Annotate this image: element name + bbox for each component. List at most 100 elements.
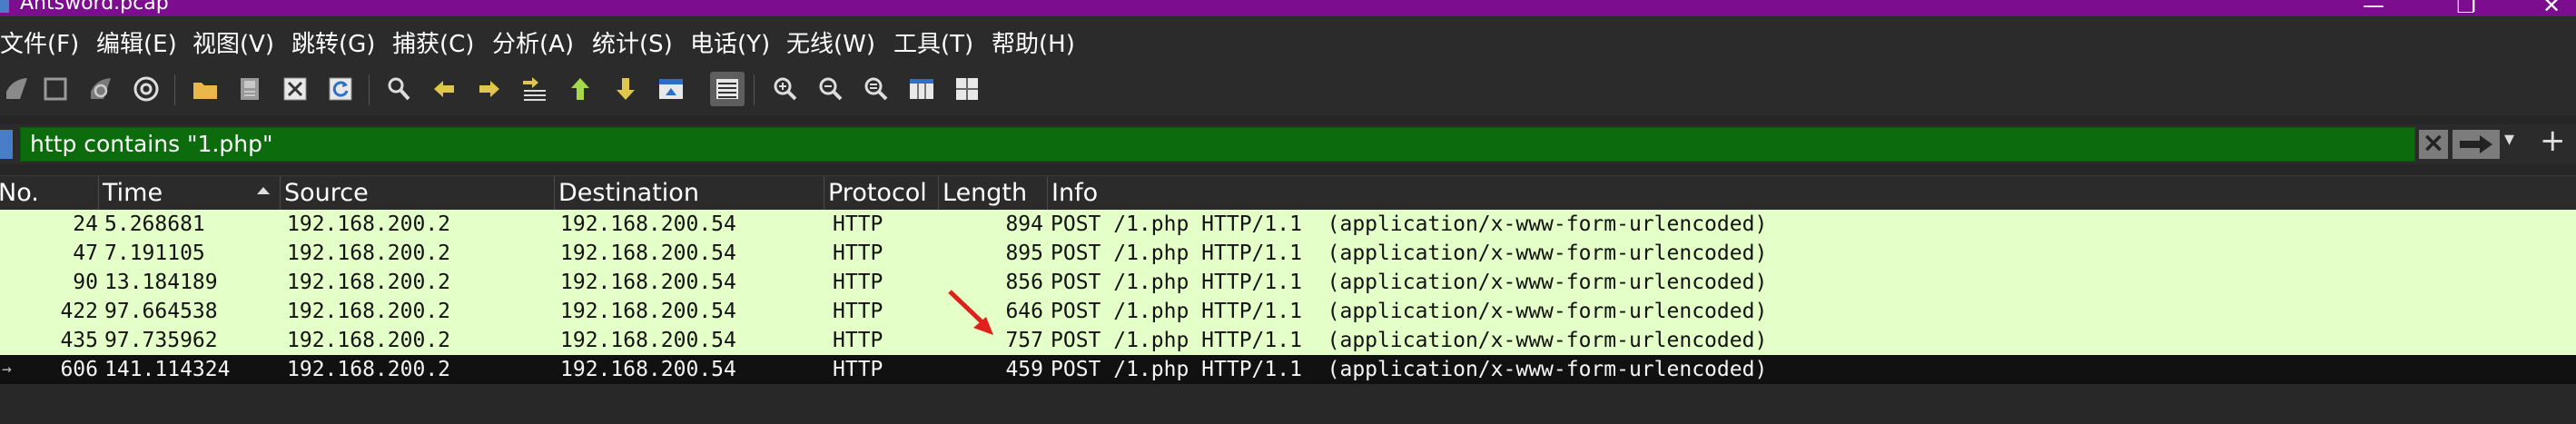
title-bar: Antsword.pcap — ❐ ✕ bbox=[0, 0, 2576, 16]
packet-destination: 192.168.200.54 bbox=[560, 358, 736, 381]
packet-length: 894 bbox=[1005, 212, 1043, 236]
packet-source: 192.168.200.2 bbox=[287, 329, 451, 352]
menu-go[interactable]: 跳转(G) bbox=[291, 25, 375, 59]
reload-file-icon[interactable] bbox=[323, 72, 358, 106]
packet-no: 422 bbox=[60, 300, 98, 323]
packet-time: 97.664538 bbox=[104, 300, 218, 323]
packet-info: POST /1.php HTTP/1.1 (application/x-www-… bbox=[1051, 358, 1768, 381]
find-packet-icon[interactable] bbox=[381, 72, 416, 106]
packet-no: 606 bbox=[60, 358, 98, 381]
packet-info: POST /1.php HTTP/1.1 (application/x-www-… bbox=[1051, 212, 1768, 236]
zoom-out-icon[interactable] bbox=[814, 72, 848, 106]
packet-protocol: HTTP bbox=[833, 271, 883, 294]
menu-tools[interactable]: 工具(T) bbox=[893, 25, 973, 59]
annotation-arrow-icon bbox=[948, 290, 993, 335]
sort-ascending-icon bbox=[257, 187, 270, 194]
main-toolbar bbox=[0, 64, 2576, 115]
packet-info: POST /1.php HTTP/1.1 (application/x-www-… bbox=[1051, 300, 1768, 323]
toolbar-separator bbox=[369, 74, 370, 105]
toolbar-separator bbox=[754, 74, 755, 105]
add-filter-button-icon[interactable]: + bbox=[2540, 123, 2566, 159]
packet-source: 192.168.200.2 bbox=[287, 300, 451, 323]
window-title: Antsword.pcap bbox=[20, 0, 169, 15]
packet-protocol: HTTP bbox=[833, 242, 883, 265]
packet-time: 5.268681 bbox=[104, 212, 205, 236]
packet-no: 24 bbox=[73, 212, 98, 236]
menu-help[interactable]: 帮助(H) bbox=[992, 25, 1075, 59]
packet-row[interactable]: 435 97.735962 192.168.200.2 192.168.200.… bbox=[0, 326, 2576, 355]
zoom-in-icon[interactable] bbox=[768, 72, 803, 106]
save-file-icon[interactable] bbox=[232, 72, 267, 106]
column-header-info[interactable]: Info bbox=[1047, 176, 2576, 210]
packet-time: 141.114324 bbox=[104, 358, 231, 381]
shark-fin-start-icon[interactable] bbox=[0, 72, 35, 106]
open-file-icon[interactable] bbox=[188, 72, 222, 106]
stop-capture-icon[interactable] bbox=[38, 72, 73, 106]
maximize-button[interactable]: ❐ bbox=[2448, 0, 2484, 16]
packet-time: 97.735962 bbox=[104, 329, 218, 352]
menu-capture[interactable]: 捕获(C) bbox=[392, 25, 474, 59]
packet-source: 192.168.200.2 bbox=[287, 212, 451, 236]
colorize-icon[interactable] bbox=[710, 72, 745, 106]
packet-info: POST /1.php HTTP/1.1 (application/x-www-… bbox=[1051, 242, 1768, 265]
packet-protocol: HTTP bbox=[833, 212, 883, 236]
packet-protocol: HTTP bbox=[833, 329, 883, 352]
column-header-protocol[interactable]: Protocol bbox=[824, 176, 938, 210]
packet-source: 192.168.200.2 bbox=[287, 358, 451, 381]
menu-telephony[interactable]: 电话(Y) bbox=[690, 25, 770, 59]
display-filter-input[interactable] bbox=[20, 127, 2415, 162]
go-first-packet-icon[interactable] bbox=[563, 72, 597, 106]
column-header-time[interactable]: Time bbox=[98, 176, 280, 210]
packet-row[interactable]: 24 5.268681 192.168.200.2 192.168.200.54… bbox=[0, 210, 2576, 239]
layout-icon[interactable] bbox=[950, 72, 984, 106]
column-header-destination[interactable]: Destination bbox=[554, 176, 824, 210]
resize-columns-icon[interactable] bbox=[904, 72, 939, 106]
packet-time: 7.191105 bbox=[104, 242, 205, 265]
selected-row-arrow-icon: → bbox=[2, 360, 12, 379]
go-last-packet-icon[interactable] bbox=[608, 72, 643, 106]
zoom-normal-icon[interactable] bbox=[859, 72, 893, 106]
column-header-source[interactable]: Source bbox=[280, 176, 554, 210]
go-back-icon[interactable] bbox=[427, 72, 461, 106]
toolbar-separator bbox=[174, 74, 175, 105]
filter-dropdown-icon[interactable]: ▾ bbox=[2504, 128, 2514, 151]
packet-no: 435 bbox=[60, 329, 98, 352]
menu-file[interactable]: 文件(F) bbox=[0, 25, 79, 59]
menu-edit[interactable]: 编辑(E) bbox=[96, 25, 177, 59]
packet-source: 192.168.200.2 bbox=[287, 271, 451, 294]
packet-list-empty-area bbox=[0, 384, 2576, 424]
display-filter-bar: × ▾ + bbox=[0, 123, 2576, 164]
minimize-button[interactable]: — bbox=[2355, 0, 2392, 16]
close-button[interactable]: ✕ bbox=[2533, 0, 2570, 16]
menu-view[interactable]: 视图(V) bbox=[192, 25, 274, 59]
bookmark-icon[interactable] bbox=[0, 130, 13, 159]
go-forward-icon[interactable] bbox=[472, 72, 507, 106]
menu-wireless[interactable]: 无线(W) bbox=[786, 25, 875, 59]
packet-list-header: No. Time Source Destination Protocol Len… bbox=[0, 175, 2576, 211]
packet-length: 459 bbox=[1005, 358, 1043, 381]
capture-options-icon[interactable] bbox=[129, 72, 163, 106]
packet-no: 47 bbox=[73, 242, 98, 265]
close-file-icon[interactable] bbox=[278, 72, 312, 106]
go-to-packet-icon[interactable] bbox=[518, 72, 552, 106]
menu-bar: 文件(F) 编辑(E) 视图(V) 跳转(G) 捕获(C) 分析(A) 统计(S… bbox=[0, 16, 2576, 64]
packet-row[interactable]: 422 97.664538 192.168.200.2 192.168.200.… bbox=[0, 297, 2576, 326]
packet-protocol: HTTP bbox=[833, 358, 883, 381]
packet-protocol: HTTP bbox=[833, 300, 883, 323]
packet-row[interactable]: 90 13.184189 192.168.200.2 192.168.200.5… bbox=[0, 268, 2576, 297]
column-header-no[interactable]: No. bbox=[0, 176, 98, 210]
clear-filter-icon[interactable]: × bbox=[2419, 130, 2448, 159]
menu-analyze[interactable]: 分析(A) bbox=[492, 25, 574, 59]
auto-scroll-icon[interactable] bbox=[654, 72, 688, 106]
apply-filter-button[interactable] bbox=[2453, 130, 2500, 159]
packet-row-selected[interactable]: → 606 141.114324 192.168.200.2 192.168.2… bbox=[0, 355, 2576, 384]
restart-capture-icon[interactable] bbox=[84, 72, 118, 106]
packet-no: 90 bbox=[73, 271, 98, 294]
packet-info: POST /1.php HTTP/1.1 (application/x-www-… bbox=[1051, 329, 1768, 352]
menu-statistics[interactable]: 统计(S) bbox=[592, 25, 673, 59]
packet-row[interactable]: 47 7.191105 192.168.200.2 192.168.200.54… bbox=[0, 239, 2576, 268]
packet-destination: 192.168.200.54 bbox=[560, 329, 736, 352]
packet-destination: 192.168.200.54 bbox=[560, 242, 736, 265]
packet-destination: 192.168.200.54 bbox=[560, 271, 736, 294]
column-header-length[interactable]: Length bbox=[938, 176, 1047, 210]
